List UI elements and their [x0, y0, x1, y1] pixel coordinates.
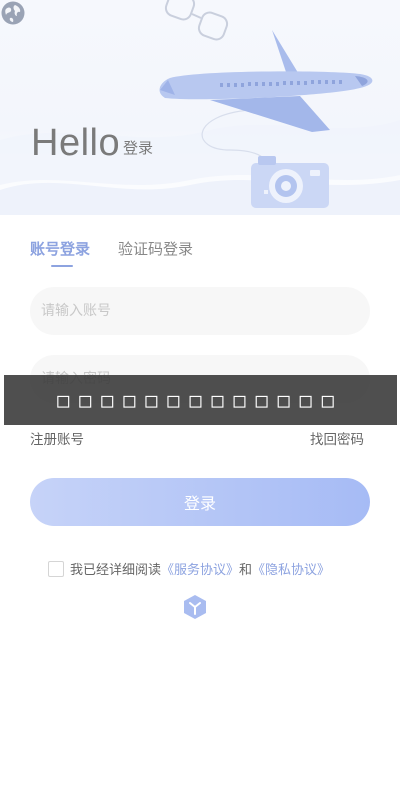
- active-tab-indicator: [51, 265, 73, 267]
- airplane-icon: [159, 30, 373, 132]
- agreement-row: 我已经详细阅读 《服务协议》 和 《隐私协议》: [48, 559, 330, 578]
- tab-code-login[interactable]: 验证码登录: [118, 238, 193, 259]
- toast-text: □□□□□□□□□□□□□: [57, 388, 344, 412]
- register-link[interactable]: 注册账号: [30, 428, 84, 448]
- globe-icon[interactable]: [0, 0, 26, 26]
- service-agreement-link[interactable]: 《服务协议》: [161, 559, 239, 578]
- toast-message: □□□□□□□□□□□□□: [4, 375, 397, 425]
- account-input[interactable]: [30, 287, 370, 335]
- login-subtitle: 登录: [123, 139, 154, 157]
- agreement-prefix: 我已经详细阅读: [70, 563, 162, 578]
- glasses-icon: [164, 0, 229, 41]
- camera-icon: [251, 156, 329, 208]
- tab-account-login[interactable]: 账号登录: [30, 238, 90, 259]
- privacy-agreement-link[interactable]: 《隐私协议》: [252, 559, 330, 578]
- login-button[interactable]: 登录: [30, 478, 370, 526]
- hello-title: Hello: [31, 122, 121, 164]
- app-logo-icon: [184, 595, 206, 619]
- agreement-checkbox[interactable]: [48, 560, 64, 577]
- forgot-password-link[interactable]: 找回密码: [310, 428, 364, 448]
- hero-illustration: [0, 0, 400, 215]
- hero-banner: [0, 0, 400, 215]
- agreement-and: 和: [239, 563, 253, 578]
